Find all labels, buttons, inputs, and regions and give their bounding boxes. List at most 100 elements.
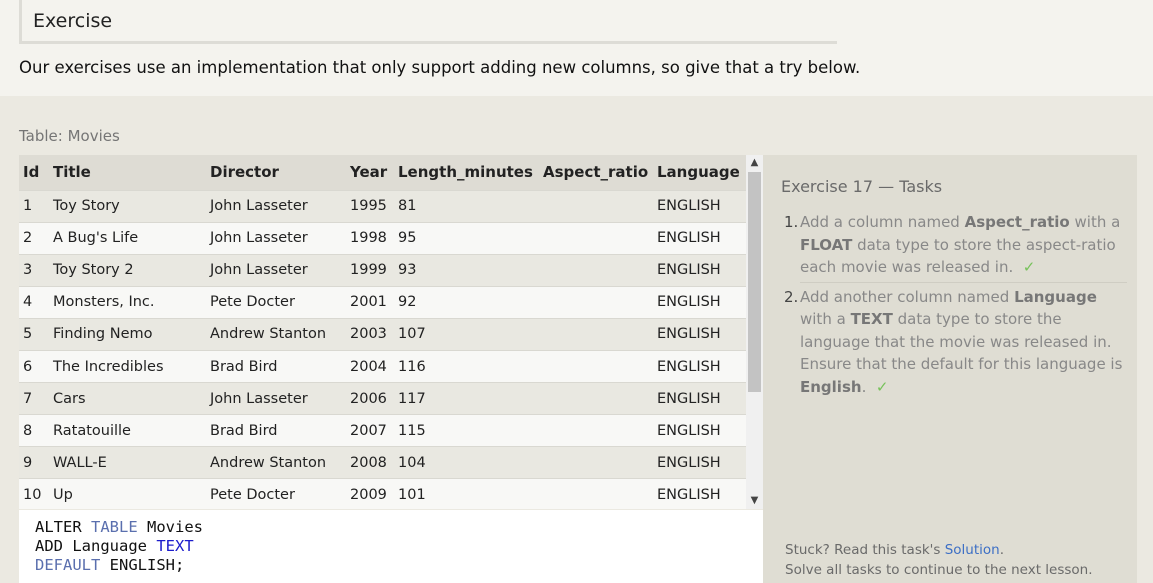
table-cell: Toy Story <box>49 189 206 223</box>
table-row: 4 Monsters, Inc. Pete Docter 2001 92 ENGLISH <box>19 285 746 319</box>
table-cell <box>539 349 653 383</box>
task-item: 2. Add another column named Language with… <box>784 287 1123 396</box>
table-cell: 9 <box>19 446 49 479</box>
table-cell: Brad Bird <box>206 414 346 447</box>
table-body: 1 Toy Story John Lasseter 1995 81 ENGLISH 2 A B… <box>19 189 746 509</box>
solution-link[interactable]: Solution <box>945 542 1000 558</box>
sql-editor[interactable]: ALTER TABLE Movies ADD Language TEXT DEF… <box>19 510 763 583</box>
table-row: 2A Bug's Life John Lasseter 1998 95 ENGLISH <box>19 221 746 255</box>
table-cell: 2003 <box>346 317 394 351</box>
table-cell: ENGLISH <box>653 285 746 319</box>
table-cell: ENGLISH <box>653 189 746 223</box>
task-item: 1. Add a column named Aspect_ratio with a… <box>784 213 1121 276</box>
table-cell <box>539 221 653 255</box>
table-cell: John Lasseter <box>206 221 346 255</box>
table-cell: Finding Nemo <box>49 317 206 351</box>
table-cell: 116 <box>394 349 539 383</box>
table-cell: 1999 <box>346 253 394 287</box>
movies-table-container[interactable]: Id Title Director Year Length_minutes As… <box>19 155 746 509</box>
table-row: 5 Finding Nemo Andrew Stanton 2003 107 ENGLIS… <box>19 317 746 351</box>
table-row: 10 Up Pete Docter 2009 101 ENGLISH <box>19 478 746 509</box>
column-header: Director <box>210 163 279 182</box>
exercise-heading: Exercise <box>19 0 837 44</box>
column-header: Id <box>23 163 40 182</box>
table-cell: Brad Bird <box>206 349 346 383</box>
table-cell: 107 <box>394 317 539 351</box>
table-cell: 1998 <box>346 221 394 255</box>
checkmark-icon: ✓ <box>875 377 889 396</box>
table-cell: 5 <box>19 317 49 351</box>
table-cell: ENGLISH <box>653 221 746 255</box>
code-line-1: ALTER TABLE Movies <box>35 518 203 536</box>
table-cell <box>539 446 653 479</box>
table-cell: ENGLISH <box>653 446 746 479</box>
chevron-up-icon[interactable]: ▲ <box>746 155 763 171</box>
table-cell: 104 <box>394 446 539 479</box>
table-scrollbar[interactable]: ▲ ▼ <box>746 155 763 509</box>
table-cell <box>539 478 653 509</box>
table-cell: Ratatouille <box>49 414 206 447</box>
table-cell: ENGLISH <box>653 478 746 509</box>
table-cell: 2006 <box>346 382 394 415</box>
table-cell: 4 <box>19 285 49 319</box>
table-row: 9 WALL-E Andrew Stanton 2008 104 ENGLISH <box>19 446 746 479</box>
column-header: Year <box>350 163 388 182</box>
table-cell: Pete Docter <box>206 285 346 319</box>
table-cell: 2004 <box>346 349 394 383</box>
exercise-intro: Our exercises use an implementation that… <box>19 58 861 77</box>
table-cell <box>539 382 653 415</box>
table-cell: 117 <box>394 382 539 415</box>
table-cell: 1 <box>19 189 49 223</box>
table-cell: 2 <box>19 221 49 255</box>
column-header: Title <box>53 163 91 182</box>
table-cell: ENGLISH <box>653 349 746 383</box>
table-cell: ENGLISH <box>653 317 746 351</box>
table-cell <box>539 253 653 287</box>
table-cell <box>539 414 653 447</box>
table-cell: Toy Story 2 <box>49 253 206 287</box>
code-line-2: ADD Language TEXT <box>35 537 194 555</box>
table-cell: A Bug's Life <box>49 221 206 255</box>
table-cell <box>539 189 653 223</box>
table-cell: The Incredibles <box>49 349 206 383</box>
table-cell: John Lasseter <box>206 382 346 415</box>
table-cell: 1995 <box>346 189 394 223</box>
table-cell: 2008 <box>346 446 394 479</box>
table-cell: John Lasseter <box>206 253 346 287</box>
table-cell: 7 <box>19 382 49 415</box>
table-header-row: Id Title Director Year Length_minutes As… <box>19 155 746 190</box>
chevron-down-icon[interactable]: ▼ <box>746 493 763 509</box>
stuck-note: Stuck? Read this task's Solution. <box>785 542 1005 558</box>
table-cell: 2001 <box>346 285 394 319</box>
table-cell: 6 <box>19 349 49 383</box>
table-cell: 2007 <box>346 414 394 447</box>
task-list: 1. Add a column named Aspect_ratio with a… <box>781 211 1127 398</box>
task-divider <box>800 281 1127 283</box>
table-cell: 2009 <box>346 478 394 509</box>
table-cell: Monsters, Inc. <box>49 285 206 319</box>
column-header: Aspect_ratio <box>543 163 649 182</box>
column-header: Length_minutes <box>398 163 533 182</box>
column-header: Language <box>657 163 740 182</box>
table-caption: Table: Movies <box>19 127 120 145</box>
table-cell: Pete Docter <box>206 478 346 509</box>
table-cell: Up <box>49 478 206 509</box>
table-cell: 10 <box>19 478 49 509</box>
table-cell: 101 <box>394 478 539 509</box>
table-row: 8 Ratatouille Brad Bird 2007 115 ENGLISH <box>19 414 746 447</box>
code-line-3: DEFAULT ENGLISH; <box>35 556 185 574</box>
movies-table: Id Title Director Year Length_minutes As… <box>19 155 746 509</box>
table-cell: John Lasseter <box>206 189 346 223</box>
table-cell: 92 <box>394 285 539 319</box>
scrollbar-thumb[interactable] <box>748 172 761 392</box>
tasks-title: Exercise 17 — Tasks <box>781 177 943 196</box>
table-cell: Andrew Stanton <box>206 317 346 351</box>
table-cell: 81 <box>394 189 539 223</box>
solve-note: Solve all tasks to continue to the next … <box>785 562 1093 578</box>
table-cell: ENGLISH <box>653 253 746 287</box>
table-cell: 93 <box>394 253 539 287</box>
table-cell: Andrew Stanton <box>206 446 346 479</box>
table-cell: 95 <box>394 221 539 255</box>
table-cell: 3 <box>19 253 49 287</box>
checkmark-icon: ✓ <box>1022 258 1036 276</box>
